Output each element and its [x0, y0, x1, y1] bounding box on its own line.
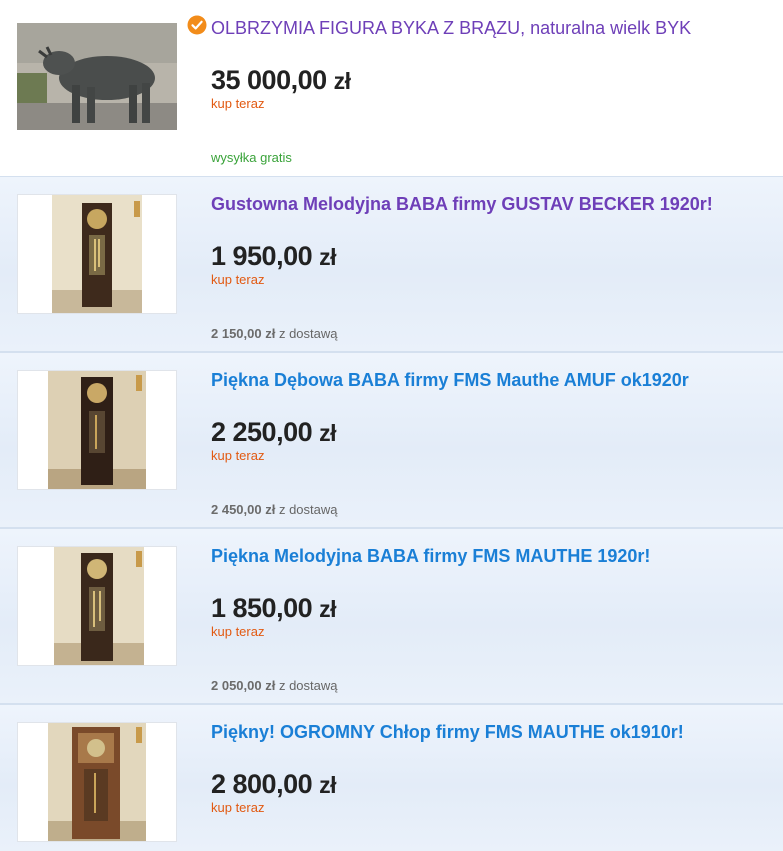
- listing-price: 1 850,00 zł: [211, 593, 337, 624]
- grandfather-clock-image: [18, 547, 176, 665]
- listing-thumbnail[interactable]: [17, 546, 177, 666]
- listing-price: 35 000,00 zł: [211, 65, 351, 96]
- buy-now-label: kup teraz: [211, 272, 265, 287]
- listing-price: 1 950,00 zł: [211, 241, 337, 272]
- listing-item: Gustowna Melodyjna BABA firmy GUSTAV BEC…: [0, 176, 783, 352]
- price-currency: zł: [319, 772, 337, 798]
- shipping-total: 2 050,00 zł z dostawą: [211, 678, 338, 694]
- price-amount: 1 950,00: [211, 241, 313, 271]
- grandfather-clock-image: [18, 723, 176, 841]
- shipping-total: 2 450,00 zł z dostawą: [211, 502, 338, 518]
- price-amount: 35 000,00: [211, 65, 327, 95]
- listing-item: Piękny! OGROMNY Chłop firmy FMS MAUTHE o…: [0, 704, 783, 851]
- buy-now-label: kup teraz: [211, 624, 265, 639]
- listing-item: Piękna Dębowa BABA firmy FMS Mauthe AMUF…: [0, 352, 783, 528]
- price-currency: zł: [319, 596, 337, 622]
- buy-now-label: kup teraz: [211, 96, 265, 111]
- shipping-suffix: z dostawą: [278, 326, 338, 341]
- shipping-price: 2 450,00 zł: [211, 502, 276, 517]
- listing-title[interactable]: Gustowna Melodyjna BABA firmy GUSTAV BEC…: [211, 193, 713, 215]
- listing-price: 2 800,00 zł: [211, 769, 337, 800]
- shipping-total: 2 150,00 zł z dostawą: [211, 326, 338, 342]
- listing-thumbnail[interactable]: [17, 370, 177, 490]
- price-currency: zł: [333, 68, 351, 94]
- price-currency: zł: [319, 244, 337, 270]
- buy-now-label: kup teraz: [211, 800, 265, 815]
- grandfather-clock-image: [18, 371, 176, 489]
- listing-price: 2 250,00 zł: [211, 417, 337, 448]
- price-amount: 2 800,00: [211, 769, 313, 799]
- shipping-price: 2 050,00 zł: [211, 678, 276, 693]
- verified-check-icon: [187, 15, 207, 35]
- listing-thumbnail[interactable]: [17, 23, 177, 130]
- listing-thumbnail[interactable]: [17, 194, 177, 314]
- price-amount: 2 250,00: [211, 417, 313, 447]
- listing-thumbnail[interactable]: [17, 722, 177, 842]
- free-shipping-label: wysyłka gratis: [211, 150, 292, 165]
- listing-item: OLBRZYMIA FIGURA BYKA Z BRĄZU, naturalna…: [0, 0, 783, 176]
- buy-now-label: kup teraz: [211, 448, 265, 463]
- shipping-price: 2 150,00 zł: [211, 326, 276, 341]
- listing-title[interactable]: Piękna Dębowa BABA firmy FMS Mauthe AMUF…: [211, 369, 689, 391]
- listing-title[interactable]: OLBRZYMIA FIGURA BYKA Z BRĄZU, naturalna…: [211, 17, 691, 39]
- shipping-suffix: z dostawą: [278, 678, 338, 693]
- price-currency: zł: [319, 420, 337, 446]
- listing-title[interactable]: Piękna Melodyjna BABA firmy FMS MAUTHE 1…: [211, 545, 650, 567]
- listing-title[interactable]: Piękny! OGROMNY Chłop firmy FMS MAUTHE o…: [211, 721, 684, 743]
- listing-item: Piękna Melodyjna BABA firmy FMS MAUTHE 1…: [0, 528, 783, 704]
- price-amount: 1 850,00: [211, 593, 313, 623]
- bronze-bull-image: [17, 23, 177, 130]
- shipping-suffix: z dostawą: [278, 502, 338, 517]
- grandfather-clock-image: [18, 195, 176, 313]
